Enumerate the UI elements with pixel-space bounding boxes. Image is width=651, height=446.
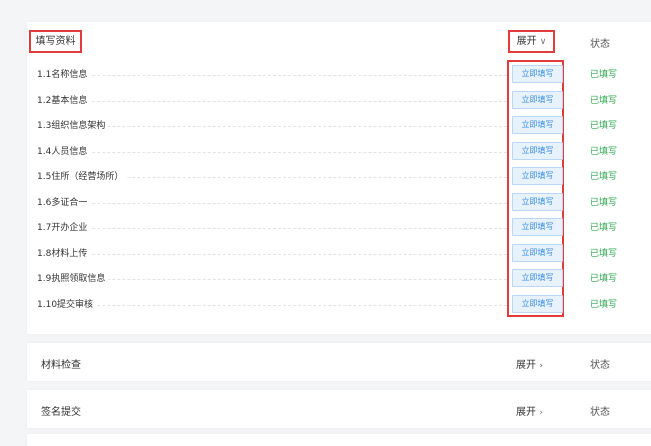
list-item: 1.3组织信息架构 立即填写 已填写 — [37, 115, 651, 135]
chevron-right-icon: › — [539, 361, 543, 371]
list-item: 1.1名称信息 立即填写 已填写 — [37, 64, 651, 84]
list-item: 1.5住所（经营场所） 立即填写 已填写 — [37, 166, 651, 186]
status-badge: 已填写 — [590, 274, 618, 284]
leader-line — [47, 202, 507, 204]
item-label: 1.10提交审核 — [37, 296, 97, 310]
expand-toggle[interactable]: 展开 ∨ — [508, 30, 555, 53]
leader-line — [47, 151, 507, 153]
item-label: 1.3组织信息架构 — [37, 118, 109, 131]
expand-toggle-sign-submit[interactable]: 展开 › — [516, 403, 543, 418]
leader-line — [47, 100, 507, 102]
list-item: 1.4人员信息 立即填写 已填写 — [37, 141, 651, 161]
section-title-fill-info: 填写资料 — [29, 30, 82, 53]
section-title-material-check: 材料检查 — [41, 360, 81, 371]
status-badge: 已填写 — [590, 95, 618, 106]
status-column-header: 状态 — [590, 407, 610, 418]
status-badge: 已填写 — [590, 248, 618, 259]
fill-now-button[interactable]: 立即填写 — [512, 90, 563, 109]
item-label: 1.5住所（经营场所） — [37, 169, 127, 182]
section-title-sign-submit: 签名提交 — [41, 407, 81, 418]
fill-now-button[interactable]: 立即填写 — [512, 116, 563, 134]
expand-label: 展开 — [516, 407, 536, 418]
expand-label: 展开 — [516, 360, 536, 371]
fill-info-panel: 填写资料 展开 ∨ 状态 1.1名称信息 立即填写 已填写 1.2基本信息 立即填写 已填… — [27, 22, 651, 334]
list-item: 1.6多证合一 立即填写 已填写 — [37, 192, 651, 212]
status-badge: 已填写 — [590, 197, 618, 208]
status-badge: 已填写 — [590, 172, 618, 182]
item-label: 1.6多证合一 — [37, 194, 91, 208]
item-label: 1.7开办企业 — [37, 220, 91, 233]
list-item: 1.9执照领取信息 立即填写 已填写 — [37, 268, 651, 288]
status-badge: 已填写 — [590, 70, 618, 80]
leader-line — [47, 253, 507, 255]
status-column-header: 状态 — [590, 360, 610, 371]
leader-line — [47, 75, 507, 76]
list-item: 1.8材料上传 立即填写 已填写 — [37, 243, 651, 263]
fill-now-button[interactable]: 立即填写 — [512, 294, 563, 313]
leader-line — [47, 279, 507, 280]
status-badge: 已填写 — [590, 146, 618, 157]
expand-toggle-material-check[interactable]: 展开 › — [516, 356, 543, 371]
next-panel-partial — [27, 434, 651, 446]
fill-now-button[interactable]: 立即填写 — [512, 141, 563, 160]
list-item: 1.10提交审核 立即填写 已填写 — [37, 294, 651, 314]
status-column-header: 状态 — [590, 39, 610, 50]
fill-now-button[interactable]: 立即填写 — [512, 192, 563, 211]
fill-now-button[interactable]: 立即填写 — [512, 218, 563, 236]
fill-now-button[interactable]: 立即填写 — [512, 65, 563, 83]
material-check-panel: 材料检查 展开 › 状态 — [27, 343, 651, 381]
fill-now-button[interactable]: 立即填写 — [512, 167, 563, 185]
leader-line — [47, 126, 507, 127]
item-label: 1.1名称信息 — [37, 67, 91, 80]
item-label: 1.2基本信息 — [37, 92, 91, 106]
item-label: 1.9执照领取信息 — [37, 271, 109, 284]
list-item: 1.2基本信息 立即填写 已填写 — [37, 90, 651, 110]
list-item: 1.7开办企业 立即填写 已填写 — [37, 217, 651, 237]
status-badge: 已填写 — [590, 223, 618, 233]
item-label: 1.4人员信息 — [37, 143, 91, 157]
status-badge: 已填写 — [590, 299, 618, 310]
sign-submit-panel: 签名提交 展开 › 状态 — [27, 390, 651, 428]
chevron-down-icon: ∨ — [539, 37, 547, 47]
item-label: 1.8材料上传 — [37, 245, 91, 259]
leader-line — [47, 228, 507, 229]
chevron-right-icon: › — [539, 408, 543, 418]
leader-line — [47, 304, 507, 306]
status-badge: 已填写 — [590, 121, 618, 131]
expand-label: 展开 — [516, 36, 537, 47]
fill-now-button[interactable]: 立即填写 — [512, 243, 563, 262]
fill-now-button[interactable]: 立即填写 — [512, 269, 563, 287]
